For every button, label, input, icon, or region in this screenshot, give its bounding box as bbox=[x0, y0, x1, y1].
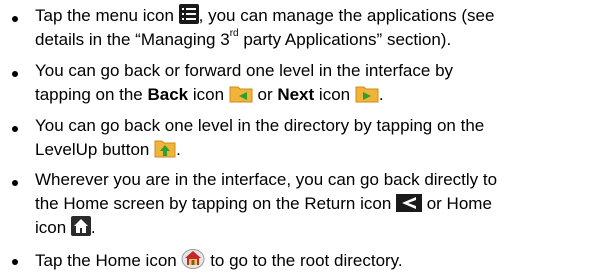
text-run: , you can manage the applications (see bbox=[198, 6, 495, 25]
text-line: icon . bbox=[35, 216, 587, 240]
list-item-text: Tap the Home icon to go to the root dire… bbox=[35, 247, 587, 273]
list-item-text: You can go back or forward one level in … bbox=[35, 59, 587, 107]
text-line: Wherever you are in the interface, you c… bbox=[35, 170, 498, 189]
text-line: Tap the Home icon to go to the root dire… bbox=[35, 247, 587, 273]
home-icon bbox=[70, 216, 91, 236]
text-run: details in the “Managing 3 bbox=[35, 30, 230, 49]
superscript: rd bbox=[229, 28, 239, 39]
home-folder-icon bbox=[181, 247, 205, 269]
text-run: Tap the Home icon bbox=[35, 251, 182, 270]
text-run: . bbox=[378, 85, 384, 104]
levelup-icon bbox=[154, 138, 176, 158]
bullet-dot bbox=[12, 71, 18, 77]
text-run: tapping on the bbox=[35, 85, 148, 104]
list-item-text: Tap the menu icon , you can manage the a… bbox=[35, 4, 587, 52]
document-page: Tap the menu icon , you can manage the a… bbox=[0, 0, 589, 277]
text-run: icon bbox=[314, 85, 355, 104]
folder-next-icon bbox=[355, 83, 379, 103]
text-run: to go to the root directory. bbox=[205, 251, 403, 270]
text-run: icon bbox=[188, 85, 229, 104]
text-line: You can go back or forward one level in … bbox=[35, 61, 454, 80]
text-line: tapping on the Back icon or Next icon . bbox=[35, 83, 587, 107]
text-run: icon bbox=[35, 218, 71, 237]
menu-icon bbox=[178, 4, 199, 24]
text-run: LevelUp button bbox=[35, 140, 155, 159]
text-line: You can go back one level in the directo… bbox=[35, 116, 485, 135]
return-arrow-icon bbox=[396, 194, 422, 212]
bullet-dot bbox=[12, 259, 18, 265]
folder-back-icon bbox=[229, 83, 253, 103]
text-line: LevelUp button . bbox=[35, 138, 587, 162]
text-run: or Home bbox=[422, 194, 492, 213]
text-line: the Home screen by tapping on the Return… bbox=[35, 192, 587, 216]
text-line: Tap the menu icon , you can manage the a… bbox=[35, 4, 587, 28]
list-item-text: You can go back one level in the directo… bbox=[35, 114, 587, 162]
text-run: or bbox=[252, 85, 278, 104]
bold-term: Next bbox=[277, 85, 315, 104]
text-line: details in the “Managing 3rd party Appli… bbox=[35, 28, 587, 52]
bullet-dot bbox=[12, 126, 18, 132]
bullet-dot bbox=[12, 180, 18, 186]
text-run: party Applications” section). bbox=[238, 30, 452, 49]
text-run: the Home screen by tapping on the Return… bbox=[35, 194, 396, 213]
text-run: Tap the menu icon bbox=[35, 6, 179, 25]
bold-term: Back bbox=[147, 85, 189, 104]
text-run: . bbox=[176, 140, 181, 159]
text-run: . bbox=[90, 218, 96, 237]
list-item-text: Wherever you are in the interface, you c… bbox=[35, 168, 587, 240]
bullet-dot bbox=[12, 16, 18, 22]
